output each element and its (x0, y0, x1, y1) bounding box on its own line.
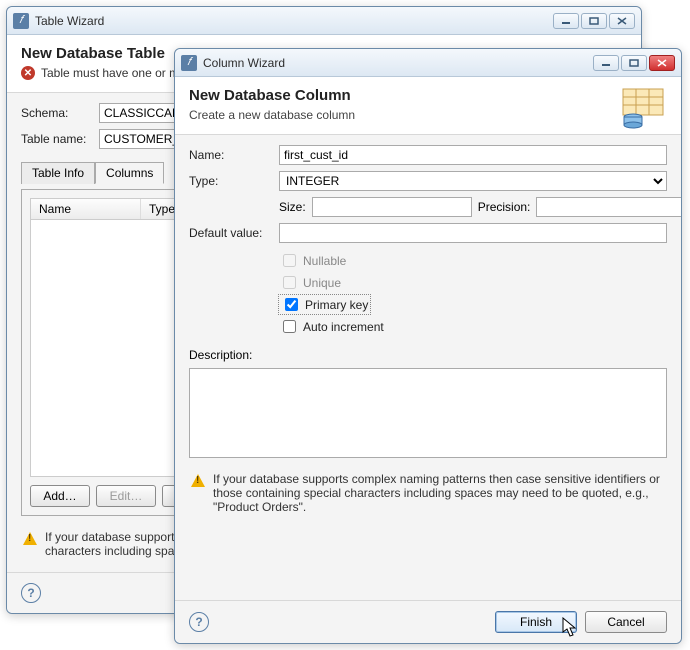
default-input[interactable] (279, 223, 667, 243)
size-label: Size: (279, 200, 306, 214)
maximize-button[interactable] (621, 55, 647, 71)
type-select[interactable]: INTEGER (279, 171, 667, 191)
help-button[interactable]: ? (189, 612, 209, 632)
type-label: Type: (189, 174, 271, 188)
primary-key-checkbox[interactable] (285, 298, 298, 311)
warning-icon (191, 474, 205, 487)
column-wizard-body: Name: Type: INTEGER Size: Precision: Def… (175, 135, 681, 600)
app-icon: 𝑓 (13, 13, 29, 29)
precision-label: Precision: (478, 200, 531, 214)
grid-col-name[interactable]: Name (31, 199, 141, 219)
minimize-button[interactable] (593, 55, 619, 71)
unique-checkbox[interactable] (283, 276, 296, 289)
auto-increment-checkbox[interactable] (283, 320, 296, 333)
app-icon: 𝑓 (181, 55, 197, 71)
primary-key-checkbox-row[interactable]: Primary key (279, 295, 370, 314)
page-title: New Database Column (189, 87, 667, 104)
size-input[interactable] (312, 197, 472, 217)
database-icon (619, 87, 667, 129)
name-input[interactable] (279, 145, 667, 165)
add-button[interactable]: Add… (30, 485, 90, 507)
column-wizard-window: 𝑓 Column Wizard New Database Column Crea… (174, 48, 682, 644)
nullable-checkbox-row[interactable]: Nullable (279, 251, 667, 270)
quoting-note: If your database supports complex naming… (189, 464, 667, 518)
finish-button[interactable]: Finish (495, 611, 577, 633)
table-wizard-titlebar[interactable]: 𝑓 Table Wizard (7, 7, 641, 35)
tab-table-info[interactable]: Table Info (21, 162, 95, 184)
cancel-button[interactable]: Cancel (585, 611, 667, 633)
edit-button[interactable]: Edit… (96, 485, 156, 507)
close-button[interactable] (649, 55, 675, 71)
warning-icon (23, 532, 37, 545)
default-label: Default value: (189, 226, 271, 240)
unique-checkbox-row[interactable]: Unique (279, 273, 667, 292)
column-wizard-footer: ? Finish Cancel (175, 600, 681, 643)
name-label: Name: (189, 148, 271, 162)
description-label: Description: (189, 348, 252, 362)
precision-input[interactable] (536, 197, 681, 217)
column-wizard-titlebar[interactable]: 𝑓 Column Wizard (175, 49, 681, 77)
window-title: Table Wizard (35, 14, 553, 28)
help-button[interactable]: ? (21, 583, 41, 603)
schema-label: Schema: (21, 106, 91, 120)
column-wizard-header: New Database Column Create a new databas… (175, 77, 681, 135)
page-subtitle: Create a new database column (189, 108, 667, 122)
window-title: Column Wizard (203, 56, 593, 70)
error-icon: ✕ (21, 66, 35, 80)
close-button[interactable] (609, 13, 635, 29)
maximize-button[interactable] (581, 13, 607, 29)
minimize-button[interactable] (553, 13, 579, 29)
description-textarea[interactable] (189, 368, 667, 458)
tab-columns[interactable]: Columns (95, 162, 164, 184)
table-name-label: Table name: (21, 132, 91, 146)
auto-increment-checkbox-row[interactable]: Auto increment (279, 317, 667, 336)
nullable-checkbox[interactable] (283, 254, 296, 267)
